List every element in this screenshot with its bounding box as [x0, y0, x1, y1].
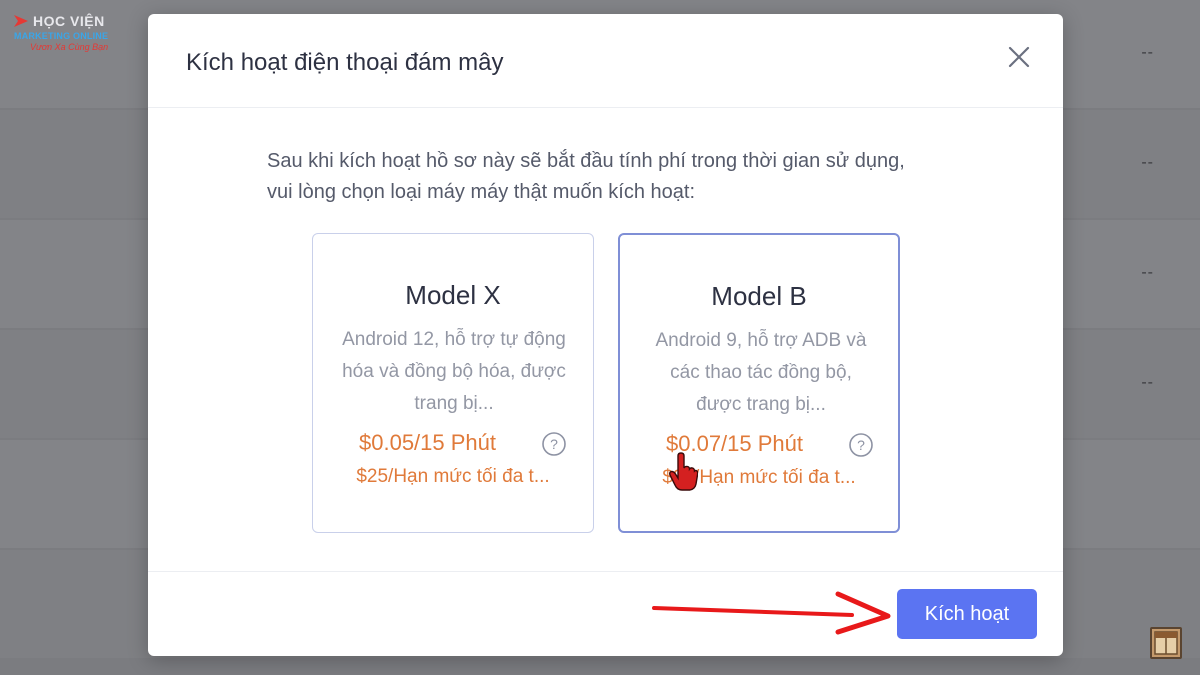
svg-text:?: ? [550, 436, 558, 452]
model-description: Android 12, hỗ trợ tự động hóa và đồng b… [342, 329, 566, 414]
model-description: Android 9, hỗ trợ ADB và các thao tác đồ… [655, 330, 867, 415]
logo-tagline: Vươn Xa Cùng Bạn [30, 42, 109, 52]
logo-subtitle: MARKETING ONLINE [14, 31, 109, 41]
dialog-title: Kích hoạt điện thoại đám mây [186, 49, 504, 76]
activate-button[interactable]: Kích hoạt [897, 589, 1037, 639]
activate-cloud-phone-dialog: Kích hoạt điện thoại đám mây Sau khi kíc… [148, 14, 1063, 656]
question-circle-icon[interactable]: ? [848, 432, 874, 458]
model-name: Model X [405, 280, 501, 310]
close-icon [1008, 46, 1030, 68]
logo-title: HỌC VIỆN [33, 13, 105, 29]
row-placeholder: -- [1141, 44, 1154, 61]
dialog-header: Kích hoạt điện thoại đám mây [148, 14, 1063, 108]
model-name: Model B [711, 281, 807, 311]
svg-text:?: ? [857, 437, 865, 453]
model-limit: $25/Hạn mức tối đa t... [356, 466, 550, 487]
model-card-b[interactable]: Model B Android 9, hỗ trợ ADB và các tha… [618, 233, 900, 533]
dialog-footer-divider [148, 571, 1063, 572]
row-placeholder: -- [1141, 374, 1154, 391]
model-card-x[interactable]: Model X Android 12, hỗ trợ tự động hóa v… [312, 233, 594, 533]
question-circle-icon[interactable]: ? [541, 431, 567, 457]
close-button[interactable] [1006, 44, 1032, 70]
model-price: $0.05/15 Phút [359, 430, 497, 455]
model-limit: $25/Hạn mức tối đa t... [662, 467, 856, 488]
watermark-logo: HỌC VIỆN MARKETING ONLINE Vươn Xa Cùng B… [12, 12, 122, 60]
row-placeholder: -- [1141, 154, 1154, 171]
logo-mark-icon [14, 15, 28, 27]
red-arrow-annotation [652, 591, 891, 635]
row-placeholder: -- [1141, 264, 1154, 281]
hand-pointer-icon [669, 452, 698, 491]
dialog-description: Sau khi kích hoạt hồ sơ này sẽ bắt đầu t… [267, 150, 905, 203]
corner-thumbnail-icon [1150, 627, 1182, 659]
